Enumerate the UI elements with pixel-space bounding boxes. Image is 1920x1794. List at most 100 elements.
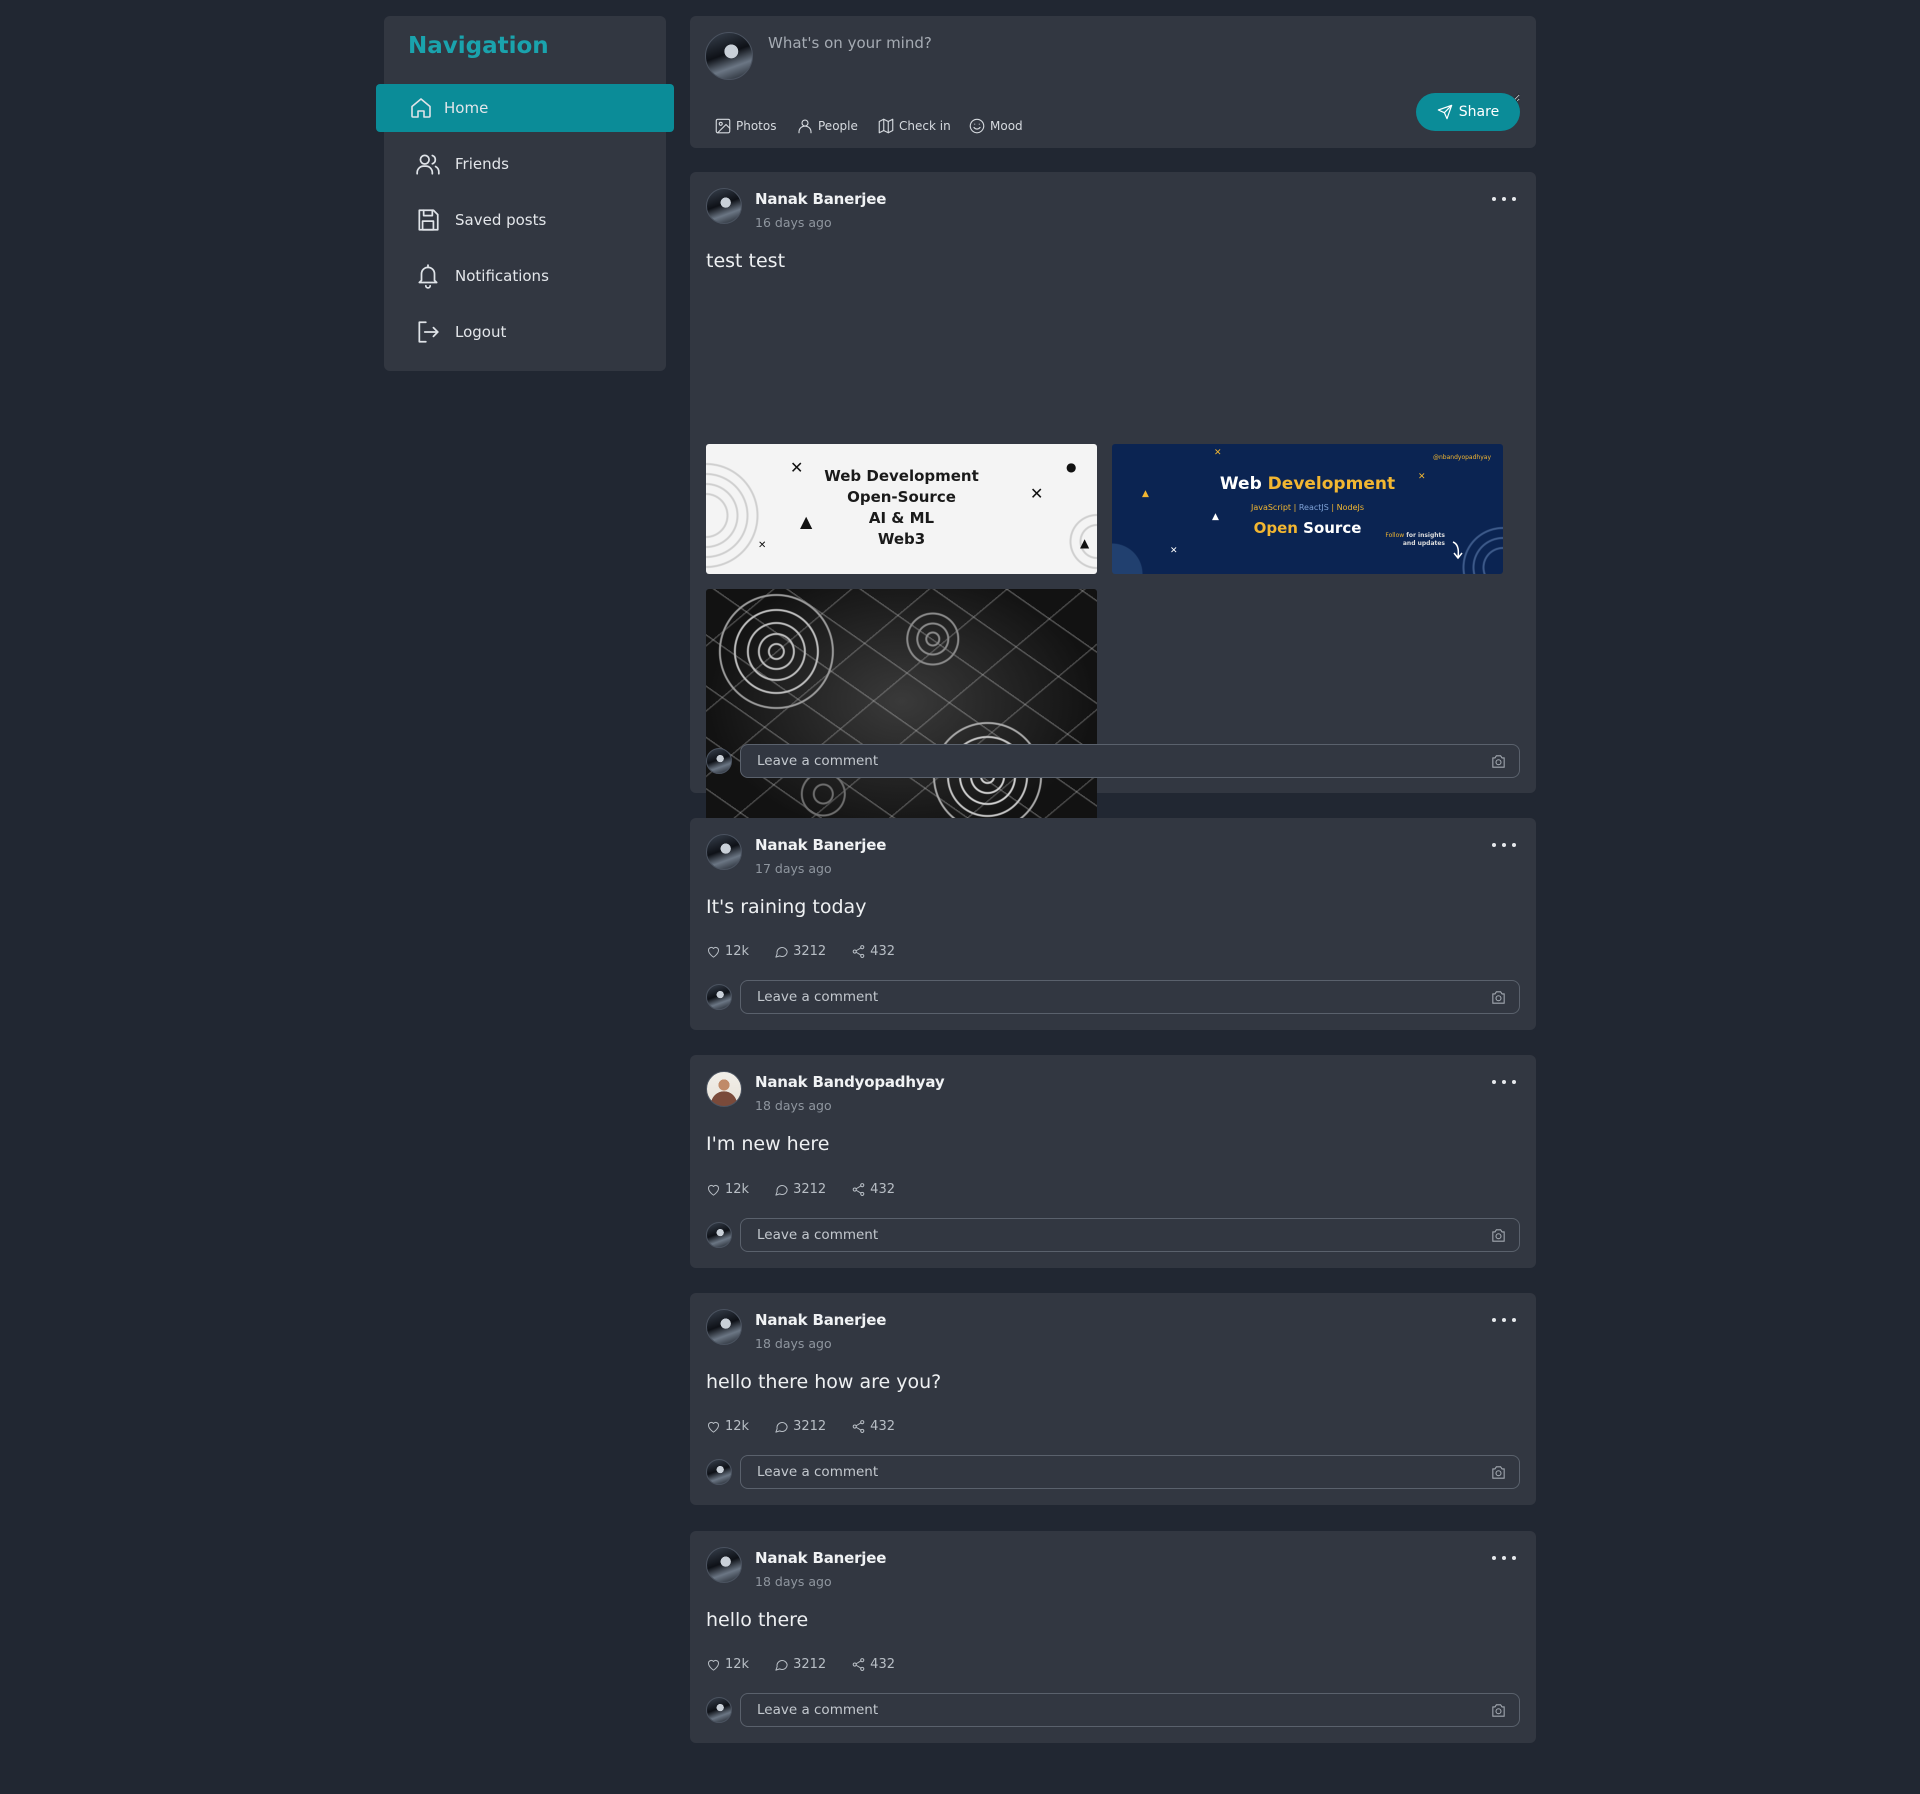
arrow-down-icon	[1452, 541, 1463, 560]
cross-mark-icon: ✕	[1170, 546, 1178, 556]
comment-input[interactable]	[757, 1464, 1490, 1480]
more-options-icon[interactable]	[1492, 192, 1516, 206]
post-text: test test	[706, 250, 786, 272]
smile-icon	[969, 118, 985, 134]
post-author[interactable]: Nanak Banerjee	[755, 1549, 886, 1567]
comment-input[interactable]	[757, 989, 1490, 1005]
camera-icon[interactable]	[1490, 753, 1507, 770]
comment-input[interactable]	[757, 753, 1490, 769]
triangle-icon: ▲	[800, 512, 813, 531]
avatar[interactable]	[706, 1547, 742, 1583]
comment-button[interactable]: 3212	[774, 1419, 826, 1434]
comment-count: 3212	[793, 1182, 827, 1197]
heart-icon	[708, 1659, 719, 1671]
post-text: hello there how are you?	[706, 1371, 942, 1393]
post-image[interactable]	[706, 589, 1097, 839]
mood-button[interactable]: Mood	[968, 117, 1023, 135]
share-count: 432	[870, 1182, 895, 1197]
like-count: 12k	[725, 1657, 750, 1672]
image-text: | NodeJs	[1328, 503, 1365, 512]
photos-button[interactable]: Photos	[714, 117, 776, 135]
users-icon	[415, 151, 441, 177]
comment-input[interactable]	[757, 1702, 1490, 1718]
comment-button[interactable]: 3212	[774, 1182, 826, 1197]
image-text: for insights	[1404, 532, 1445, 539]
avatar[interactable]	[706, 1071, 742, 1107]
image-icon	[715, 118, 731, 134]
post-author[interactable]: Nanak Banerjee	[755, 836, 886, 854]
avatar[interactable]	[706, 834, 742, 870]
post-stats: 12k 3212 432	[706, 1419, 920, 1434]
post-image[interactable]: @nbandyopadhyay Web Development JavaScri…	[1112, 444, 1503, 574]
image-text: Web	[1219, 474, 1268, 494]
more-options-icon[interactable]	[1492, 1313, 1516, 1327]
comment-field[interactable]	[740, 980, 1520, 1014]
more-options-icon[interactable]	[1492, 838, 1516, 852]
comment-input[interactable]	[757, 1227, 1490, 1243]
cross-mark-icon: ✕	[1214, 448, 1222, 458]
heart-icon	[708, 1421, 719, 1433]
post-author[interactable]: Nanak Bandyopadhyay	[755, 1073, 945, 1091]
camera-icon[interactable]	[1490, 1464, 1507, 1481]
avatar[interactable]	[706, 188, 742, 224]
comment-button[interactable]: 3212	[774, 1657, 826, 1672]
avatar[interactable]	[706, 1309, 742, 1345]
sidebar-item-label: Home	[444, 99, 489, 117]
sidebar-item-notifications[interactable]: Notifications	[384, 252, 666, 300]
checkin-button[interactable]: Check in	[877, 117, 951, 135]
camera-icon[interactable]	[1490, 1702, 1507, 1719]
post-stats: 12k 3212 432	[706, 944, 920, 959]
post-time: 17 days ago	[755, 861, 832, 876]
triangle-icon: ▲	[1212, 512, 1219, 522]
sidebar-item-friends[interactable]: Friends	[384, 140, 666, 188]
share-stat-button[interactable]: 432	[851, 1182, 895, 1197]
like-button[interactable]: 12k	[706, 1419, 749, 1434]
sidebar-item-label: Notifications	[455, 267, 549, 285]
sidebar-item-label: Friends	[455, 155, 509, 173]
mood-label: Mood	[990, 119, 1023, 133]
comment-field[interactable]	[740, 1455, 1520, 1489]
avatar	[706, 1459, 732, 1485]
post-composer: Photos People Check in Mood Share	[690, 16, 1536, 148]
people-button[interactable]: People	[796, 117, 858, 135]
share-button[interactable]: Share	[1416, 93, 1520, 131]
share-stat-button[interactable]: 432	[851, 1419, 895, 1434]
comment-field[interactable]	[740, 744, 1520, 778]
bell-icon	[415, 263, 441, 289]
share-stat-button[interactable]: 432	[851, 1657, 895, 1672]
comment-row	[706, 1455, 1520, 1489]
comment-field[interactable]	[740, 1218, 1520, 1252]
image-text: ReactJS	[1298, 503, 1329, 512]
post-image[interactable]: Web Development Open-Source AI & ML Web3…	[706, 444, 1097, 574]
like-button[interactable]: 12k	[706, 1657, 749, 1672]
like-count: 12k	[725, 1419, 750, 1434]
comment-count: 3212	[793, 1419, 827, 1434]
cross-mark-icon: ✕	[758, 540, 767, 551]
post-text: hello there	[706, 1609, 809, 1631]
cross-mark-icon: ✕	[1418, 472, 1426, 482]
checkin-label: Check in	[899, 119, 951, 133]
photos-label: Photos	[736, 119, 777, 133]
more-options-icon[interactable]	[1492, 1551, 1516, 1565]
like-button[interactable]: 12k	[706, 1182, 749, 1197]
post-card: Nanak Bandyopadhyay 18 days ago I'm new …	[690, 1055, 1536, 1268]
post-card: Nanak Banerjee 18 days ago hello there h…	[690, 1293, 1536, 1505]
share-icon	[852, 1420, 865, 1433]
comment-count: 3212	[793, 944, 827, 959]
share-stat-button[interactable]: 432	[851, 944, 895, 959]
camera-icon[interactable]	[1490, 1227, 1507, 1244]
comment-count: 3212	[793, 1657, 827, 1672]
comment-field[interactable]	[740, 1693, 1520, 1727]
sidebar-item-home[interactable]: Home	[376, 84, 674, 132]
like-button[interactable]: 12k	[706, 944, 749, 959]
post-author[interactable]: Nanak Banerjee	[755, 1311, 886, 1329]
avatar	[706, 748, 732, 774]
comment-button[interactable]: 3212	[774, 944, 826, 959]
camera-icon[interactable]	[1490, 989, 1507, 1006]
post-author[interactable]: Nanak Banerjee	[755, 190, 886, 208]
more-options-icon[interactable]	[1492, 1075, 1516, 1089]
post-time: 18 days ago	[755, 1098, 832, 1113]
composer-input[interactable]	[768, 34, 1520, 102]
sidebar-item-logout[interactable]: Logout	[384, 308, 666, 356]
sidebar-item-saved-posts[interactable]: Saved posts	[384, 196, 666, 244]
